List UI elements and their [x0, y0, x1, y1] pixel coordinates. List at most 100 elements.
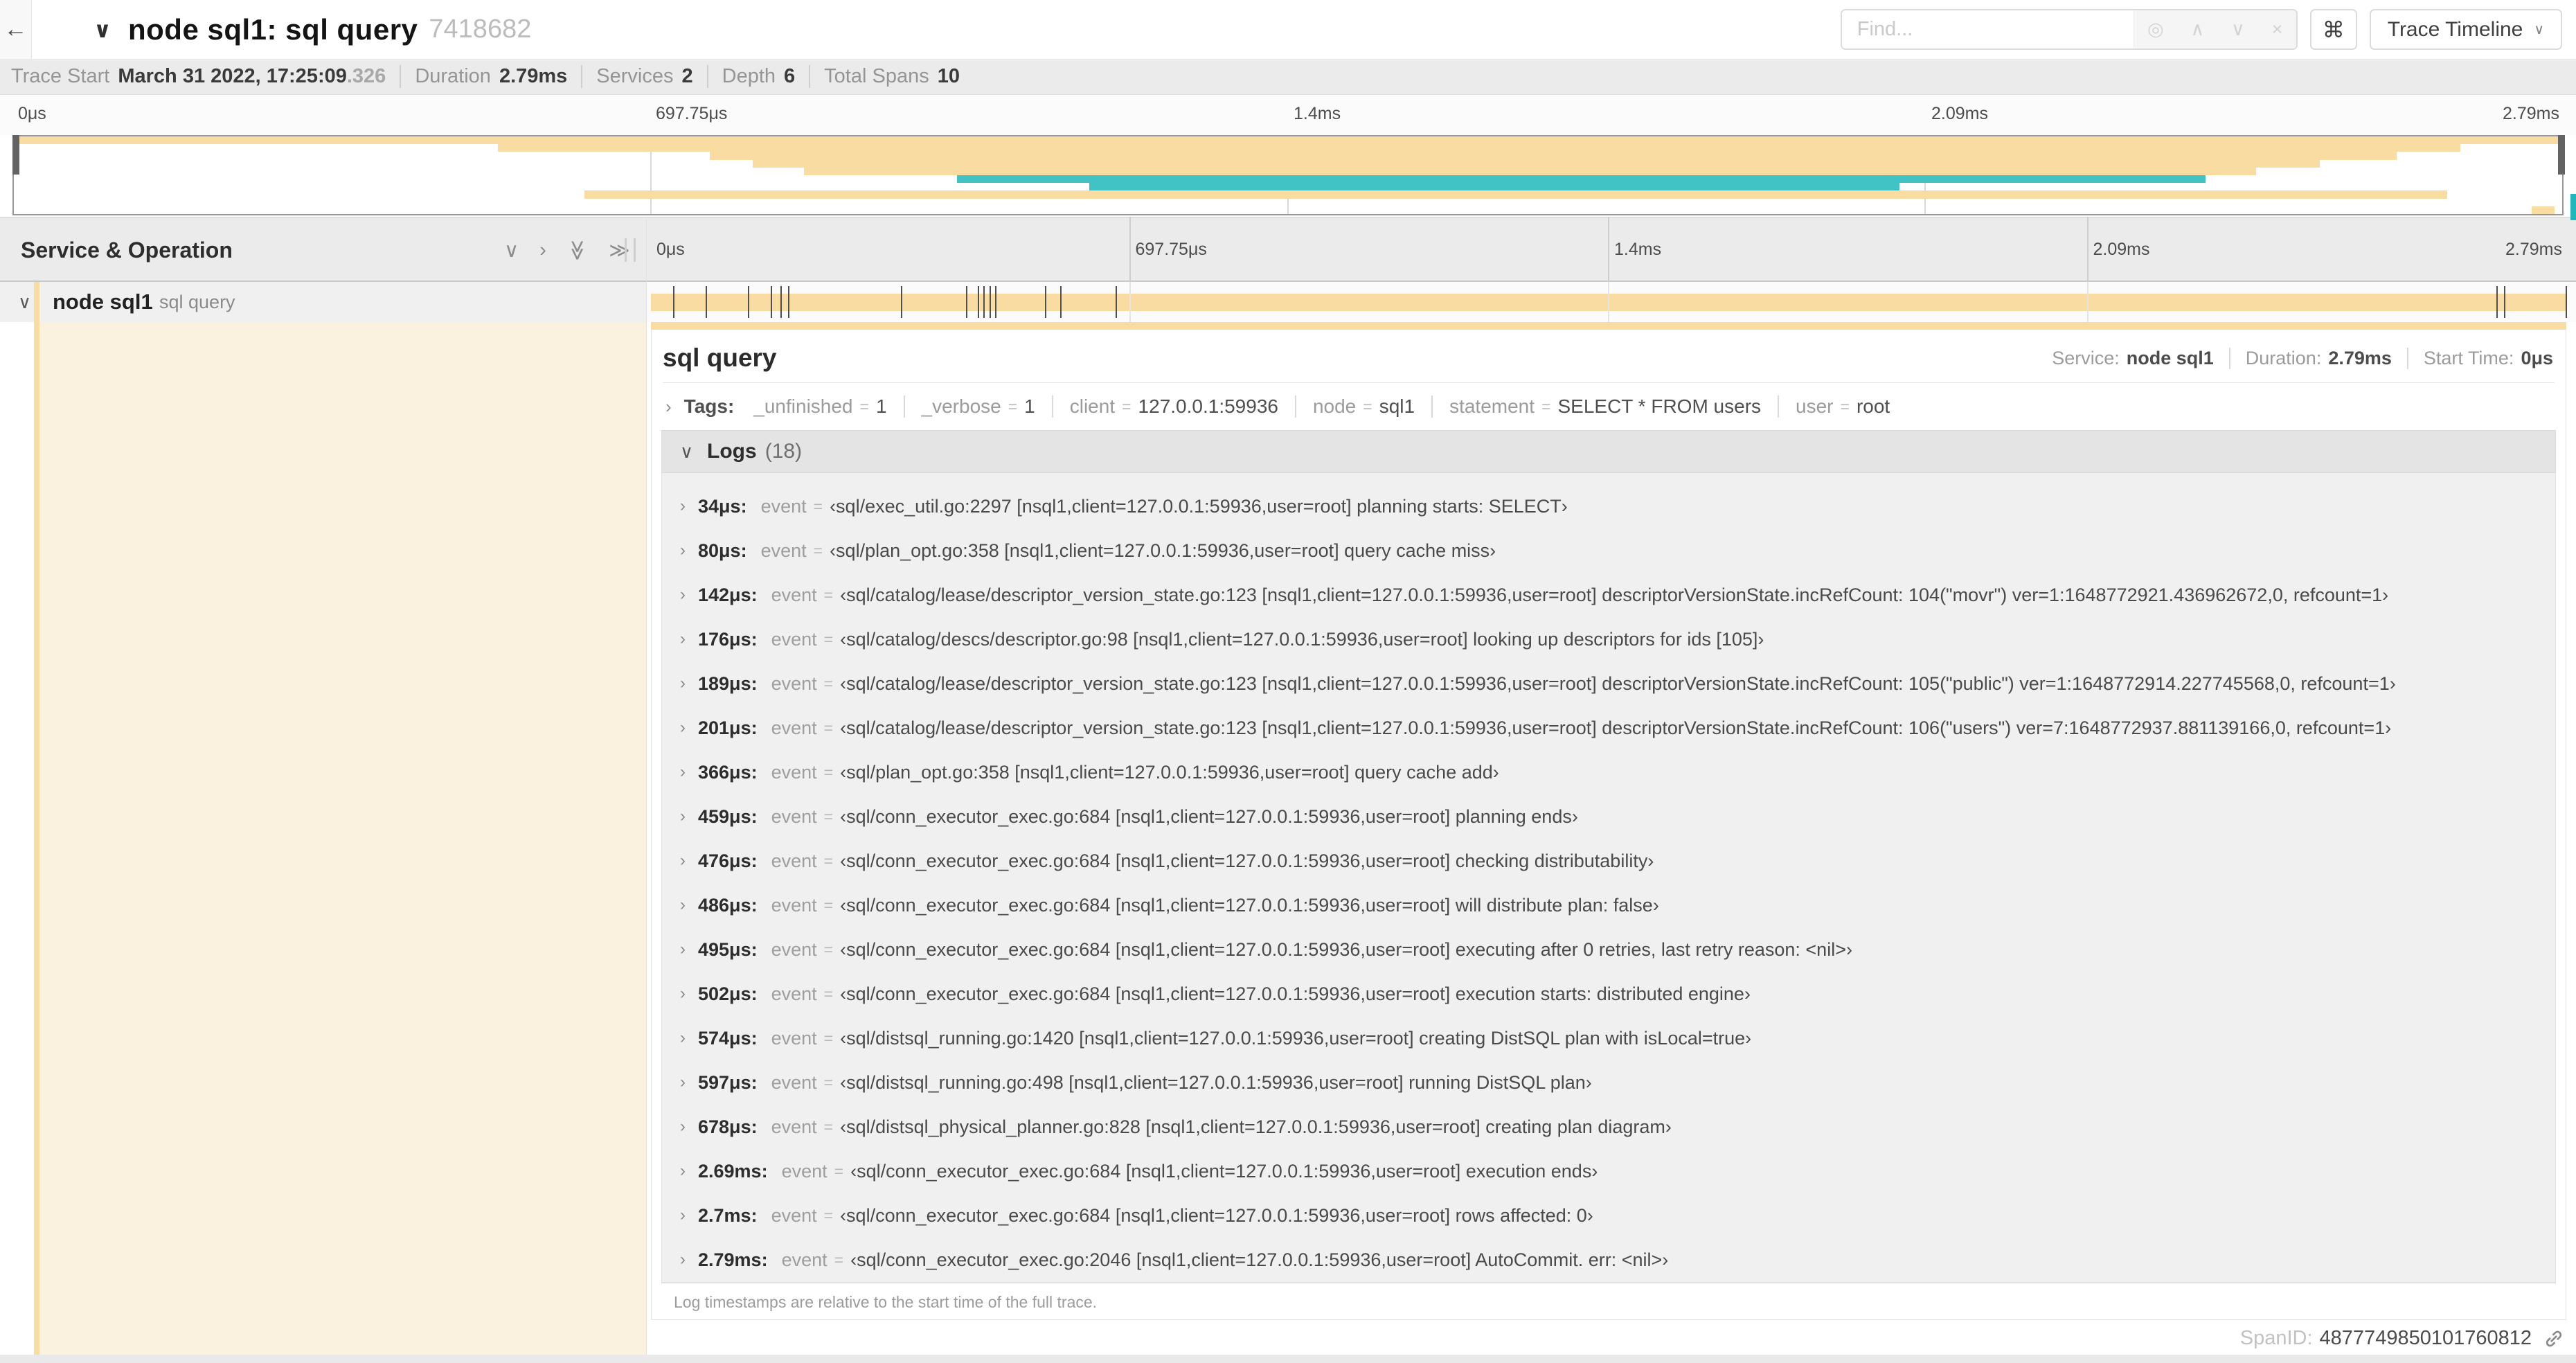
- detail-span-bar[interactable]: [651, 322, 2566, 330]
- log-expander-icon[interactable]: ›: [680, 984, 686, 1004]
- trace-info-item: Depth 6: [706, 65, 795, 88]
- log-expander-icon[interactable]: ›: [680, 807, 686, 826]
- log-row[interactable]: › 459μs: event = ‹sql/conn_executor_exec…: [662, 794, 2555, 839]
- log-expander-icon[interactable]: ›: [680, 1028, 686, 1048]
- minimap-span-bar: [803, 167, 2257, 175]
- column-resizer[interactable]: [625, 238, 636, 262]
- log-expander-icon[interactable]: ›: [680, 630, 686, 649]
- log-expander-icon[interactable]: ›: [680, 1117, 686, 1137]
- timeline-gridline: [1129, 217, 1131, 283]
- log-expander-icon[interactable]: ›: [680, 541, 686, 560]
- keyboard-shortcuts-button[interactable]: ⌘: [2309, 9, 2357, 50]
- expand-one-icon[interactable]: ›: [539, 239, 546, 262]
- log-row[interactable]: › 502μs: event = ‹sql/conn_executor_exec…: [662, 972, 2555, 1016]
- span-detail-header: sql query Service: node sql1 Duration: 2…: [652, 330, 2566, 382]
- tag-item: client = 127.0.0.1:59936: [1051, 395, 1278, 418]
- span-expander-icon[interactable]: ∨: [18, 282, 31, 322]
- copy-link-icon[interactable]: [2543, 1328, 2565, 1350]
- equals-sign: =: [823, 807, 834, 826]
- minimap-axis: 0μs 697.75μs 1.4ms 2.09ms 2.79ms: [12, 96, 2564, 135]
- equals-sign: =: [823, 896, 834, 914]
- span-id-row: SpanID: 4877749850101760812: [2240, 1327, 2565, 1350]
- service-operation-header: Service & Operation: [21, 237, 233, 262]
- log-row[interactable]: › 189μs: event = ‹sql/catalog/lease/desc…: [662, 661, 2555, 706]
- minimap-right-drag-handle[interactable]: [2558, 135, 2565, 175]
- trace-view-selector[interactable]: Trace Timeline ∨: [2369, 9, 2562, 50]
- log-row[interactable]: › 142μs: event = ‹sql/catalog/lease/desc…: [662, 573, 2555, 617]
- log-row[interactable]: › 201μs: event = ‹sql/catalog/lease/desc…: [662, 706, 2555, 750]
- logs-footer-note: Log timestamps are relative to the start…: [661, 1283, 2556, 1324]
- log-expander-icon[interactable]: ›: [680, 1206, 686, 1225]
- find-input[interactable]: [1841, 10, 2134, 48]
- scrollbar-marker[interactable]: [2570, 194, 2576, 220]
- log-field-name: event: [771, 717, 817, 738]
- span-row-name-column[interactable]: ∨ node sql1 sql query: [0, 282, 646, 322]
- tag-item: _unfinished = 1: [753, 395, 886, 418]
- trace-info-item: Duration 2.79ms: [400, 65, 567, 88]
- log-row[interactable]: › 366μs: event = ‹sql/plan_opt.go:358 [n…: [662, 750, 2555, 794]
- find-next-icon[interactable]: ∨: [2231, 19, 2245, 40]
- tag-key: _verbose: [921, 395, 1001, 417]
- tags-expander-icon[interactable]: ›: [665, 396, 672, 418]
- tags-label: Tags:: [683, 395, 735, 417]
- locate-icon[interactable]: ◎: [2147, 19, 2164, 40]
- log-row[interactable]: › 486μs: event = ‹sql/conn_executor_exec…: [662, 883, 2555, 927]
- minimap-canvas[interactable]: [14, 136, 2562, 214]
- tag-value: SELECT * FROM users: [1557, 395, 1762, 417]
- log-expander-icon[interactable]: ›: [680, 674, 686, 693]
- find-prev-icon[interactable]: ∧: [2190, 19, 2204, 40]
- log-expander-icon[interactable]: ›: [680, 940, 686, 959]
- log-row[interactable]: › 176μs: event = ‹sql/catalog/descs/desc…: [662, 617, 2555, 661]
- back-arrow-icon: ←: [3, 16, 28, 42]
- log-row[interactable]: › 80μs: event = ‹sql/plan_opt.go:358 [ns…: [662, 528, 2555, 573]
- trace-minimap[interactable]: [12, 135, 2565, 215]
- log-field-value: ‹sql/conn_executor_exec.go:684 [nsql1,cl…: [850, 1160, 1598, 1182]
- minimap-left-drag-handle[interactable]: [12, 135, 19, 175]
- span-detail-meta: Service: node sql1 Duration: 2.79ms Star…: [2052, 347, 2553, 369]
- log-expander-icon[interactable]: ›: [680, 497, 686, 516]
- axis-tick-label: 0μs: [18, 104, 46, 123]
- collapse-all-icon[interactable]: ≫: [566, 240, 590, 260]
- axis-tick-label: 1.4ms: [1294, 104, 1341, 123]
- log-timestamp: 459μs:: [698, 805, 758, 827]
- find-controls: ◎ ∧ ∨ ×: [2133, 10, 2296, 48]
- tags-row[interactable]: › Tags: _unfinished = 1 _verbose = 1 cli…: [652, 383, 2566, 429]
- log-expander-icon[interactable]: ›: [680, 1250, 686, 1270]
- back-button[interactable]: ←: [0, 0, 32, 59]
- log-row[interactable]: › 2.79ms: event = ‹sql/conn_executor_exe…: [662, 1238, 2555, 1282]
- find-clear-icon[interactable]: ×: [2272, 19, 2283, 40]
- log-event-tick: [1116, 286, 1118, 318]
- log-row[interactable]: › 597μs: event = ‹sql/distsql_running.go…: [662, 1060, 2555, 1105]
- meta-label: Service:: [2052, 347, 2120, 368]
- log-expander-icon[interactable]: ›: [680, 763, 686, 782]
- log-row[interactable]: › 495μs: event = ‹sql/conn_executor_exec…: [662, 927, 2555, 972]
- log-row[interactable]: › 678μs: event = ‹sql/distsql_physical_p…: [662, 1105, 2555, 1149]
- meta-value: node sql1: [2126, 347, 2214, 368]
- log-expander-icon[interactable]: ›: [680, 585, 686, 605]
- log-field-name: event: [771, 894, 817, 916]
- log-field-value: ‹sql/catalog/lease/descriptor_version_st…: [840, 717, 2392, 738]
- span-row-timeline[interactable]: [646, 282, 2576, 322]
- span-service-name: node sql1: [53, 289, 153, 314]
- logs-header[interactable]: ∨ Logs (18): [661, 430, 2556, 473]
- log-expander-icon[interactable]: ›: [680, 718, 686, 738]
- log-event-tick: [788, 286, 790, 318]
- log-event-tick: [1059, 286, 1062, 318]
- log-expander-icon[interactable]: ›: [680, 896, 686, 915]
- log-expander-icon[interactable]: ›: [680, 1073, 686, 1092]
- collapse-trace-icon[interactable]: ∨: [93, 17, 111, 43]
- log-expander-icon[interactable]: ›: [680, 851, 686, 871]
- log-row[interactable]: › 476μs: event = ‹sql/conn_executor_exec…: [662, 839, 2555, 883]
- logs-expander-icon[interactable]: ∨: [680, 441, 693, 463]
- log-row[interactable]: › 2.7ms: event = ‹sql/conn_executor_exec…: [662, 1193, 2555, 1238]
- log-field-name: event: [771, 628, 817, 650]
- log-row[interactable]: › 574μs: event = ‹sql/distsql_running.go…: [662, 1016, 2555, 1060]
- log-row[interactable]: › 34μs: event = ‹sql/exec_util.go:2297 […: [662, 484, 2555, 528]
- detail-row-left-column: [0, 322, 646, 1355]
- info-label: Depth: [722, 65, 776, 87]
- log-expander-icon[interactable]: ›: [680, 1161, 686, 1181]
- meta-label: Duration:: [2245, 347, 2322, 368]
- collapse-one-icon[interactable]: ∨: [504, 238, 519, 262]
- span-id-value: 4877749850101760812: [2319, 1327, 2532, 1349]
- log-row[interactable]: › 2.69ms: event = ‹sql/conn_executor_exe…: [662, 1149, 2555, 1193]
